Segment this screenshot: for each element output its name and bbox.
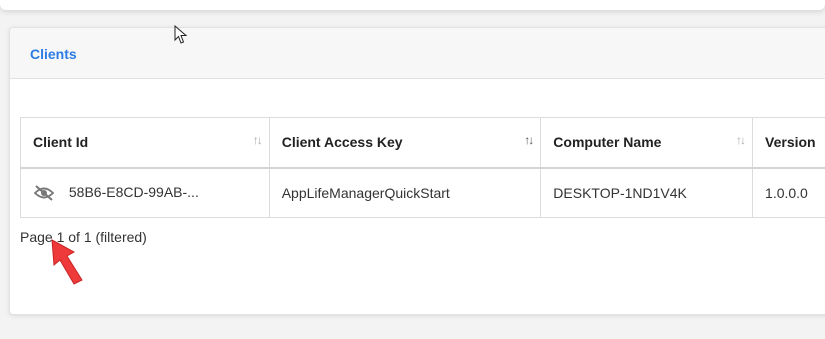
column-header-version[interactable]: Version [752,117,825,169]
sort-desc-icon[interactable]: ↑↓ [524,133,534,147]
table-row[interactable]: 58B6-E8CD-99AB-... AppLifeManagerQuickSt… [20,167,825,218]
column-header-label: Client Id [33,134,89,151]
column-header-client-id[interactable]: Client Id ↑↓ [20,117,270,169]
card-header: Clients [10,28,825,79]
cell-client-id: 58B6-E8CD-99AB-... [20,167,270,218]
clients-table: Client Id ↑↓ Client Access Key ↑↓ Comput… [20,117,825,218]
cell-computer-name: DESKTOP-1ND1V4K [540,167,754,218]
column-header-label: Client Access Key [281,134,403,151]
sort-arrows-icon[interactable]: ↑↓ [736,133,746,147]
table-header-row: Client Id ↑↓ Client Access Key ↑↓ Comput… [20,117,825,169]
cell-access-key: AppLifeManagerQuickStart [268,167,542,218]
column-header-label: Computer Name [553,134,662,151]
mouse-cursor-icon [174,25,188,44]
eye-slash-icon[interactable] [33,185,55,202]
client-id-value: 58B6-E8CD-99AB-... [68,184,199,201]
annotation-arrow-icon [51,239,83,285]
cell-version: 1.0.0.0 [752,167,825,218]
column-header-client-access-key[interactable]: Client Access Key ↑↓ [268,117,542,169]
column-header-label: Version [765,134,816,151]
column-header-computer-name[interactable]: Computer Name ↑↓ [540,117,754,169]
sort-arrows-icon[interactable]: ↑↓ [253,133,263,147]
top-card [0,0,825,10]
card-title[interactable]: Clients [30,46,77,62]
